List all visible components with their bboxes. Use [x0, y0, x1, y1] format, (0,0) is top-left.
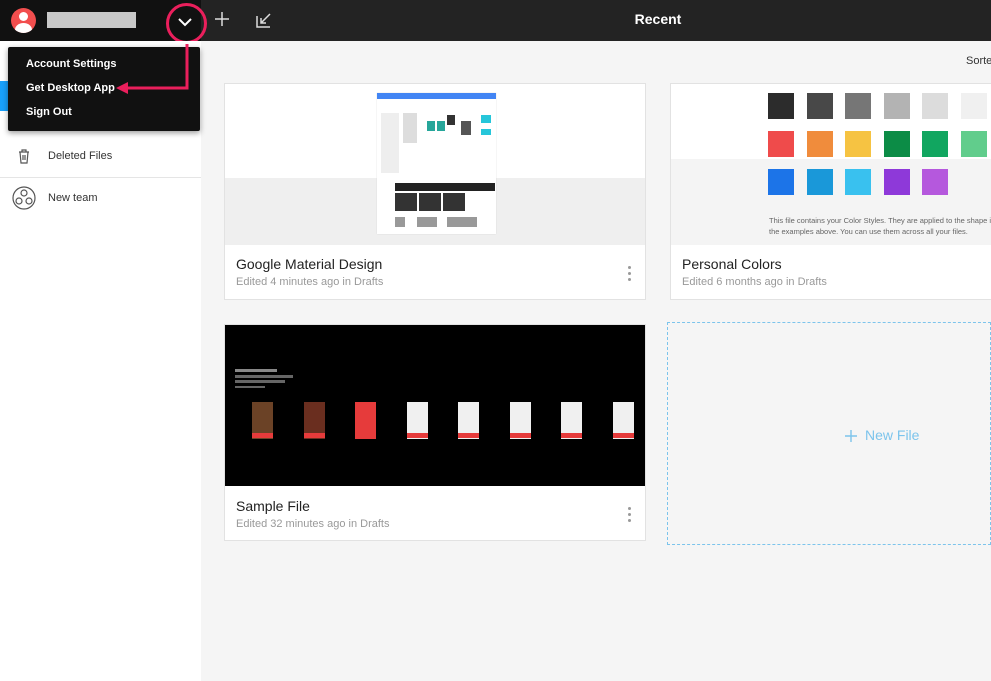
page-title: Recent — [634, 11, 682, 27]
new-file-card[interactable]: New File — [667, 322, 991, 545]
screen-preview-button — [561, 433, 582, 438]
file-title: Sample File — [236, 498, 310, 514]
color-swatch — [768, 131, 794, 157]
color-swatch — [960, 131, 987, 157]
thumbnail-note: This file contains your Color Styles. Th… — [769, 216, 991, 236]
color-swatch — [922, 93, 948, 119]
import-icon — [256, 13, 271, 28]
new-file-label: New File — [865, 427, 920, 443]
color-swatch — [960, 93, 987, 119]
annotation-circle — [166, 3, 207, 44]
color-swatch — [845, 169, 871, 195]
sidebar-item-label: Deleted Files — [48, 150, 113, 162]
file-title: Google Material Design — [236, 256, 383, 272]
color-swatch — [845, 93, 871, 119]
screen-preview-button — [355, 433, 376, 438]
file-subtitle: Edited 6 months ago in Drafts — [682, 276, 827, 288]
file-thumbnail — [225, 84, 645, 245]
menu-item-sign-out[interactable]: Sign Out — [26, 106, 72, 118]
plus-icon — [215, 12, 229, 26]
file-card-google-material-design[interactable]: Google Material Design Edited 4 minutes … — [224, 83, 646, 300]
screen-preview-button — [303, 433, 325, 438]
color-swatch — [806, 131, 833, 157]
screen-preview-button — [458, 433, 479, 438]
menu-item-get-desktop-app[interactable]: Get Desktop App — [26, 82, 115, 94]
new-file-button[interactable] — [212, 9, 232, 29]
screen-preview-button — [509, 433, 531, 438]
user-name-redacted — [47, 12, 136, 28]
color-swatch — [768, 169, 794, 195]
file-card-sample-file[interactable]: Sample File Edited 32 minutes ago in Dra… — [224, 324, 646, 541]
color-swatch — [845, 131, 871, 157]
color-swatch — [883, 131, 910, 157]
app: Recent Deleted Files New team Account Se… — [0, 0, 991, 681]
sort-label[interactable]: Sorte — [966, 55, 991, 67]
import-button[interactable] — [254, 10, 274, 30]
trash-icon — [19, 149, 29, 164]
file-subtitle: Edited 32 minutes ago in Drafts — [236, 518, 390, 530]
file-subtitle: Edited 4 minutes ago in Drafts — [236, 276, 384, 288]
more-options-icon[interactable] — [626, 266, 632, 284]
color-swatch — [883, 93, 910, 119]
color-swatch — [922, 131, 948, 157]
team-icon — [12, 186, 36, 210]
avatar[interactable] — [11, 8, 36, 33]
color-swatch — [883, 169, 910, 195]
screen-preview-button — [612, 433, 634, 438]
file-thumbnail: This file contains your Color Styles. Th… — [671, 84, 991, 245]
sidebar-active-indicator — [0, 81, 8, 111]
file-title: Personal Colors — [682, 256, 782, 272]
account-area — [0, 0, 207, 44]
sidebar: Deleted Files New team — [0, 41, 201, 681]
color-swatch — [806, 93, 833, 119]
file-thumbnail — [225, 325, 645, 486]
menu-item-account-settings[interactable]: Account Settings — [26, 58, 116, 70]
sidebar-item-deleted-files[interactable]: Deleted Files — [0, 136, 201, 176]
more-options-icon[interactable] — [626, 507, 632, 525]
annotation-arrow — [116, 44, 189, 94]
screen-preview-button — [252, 433, 273, 438]
file-card-personal-colors[interactable]: This file contains your Color Styles. Th… — [670, 83, 991, 300]
plus-icon — [845, 430, 857, 442]
color-swatch — [806, 169, 833, 195]
color-swatch — [922, 169, 948, 195]
screen-preview-button — [406, 433, 428, 438]
top-bar: Recent — [0, 0, 991, 44]
sidebar-item-label: New team — [48, 192, 98, 204]
color-swatch — [768, 93, 794, 119]
